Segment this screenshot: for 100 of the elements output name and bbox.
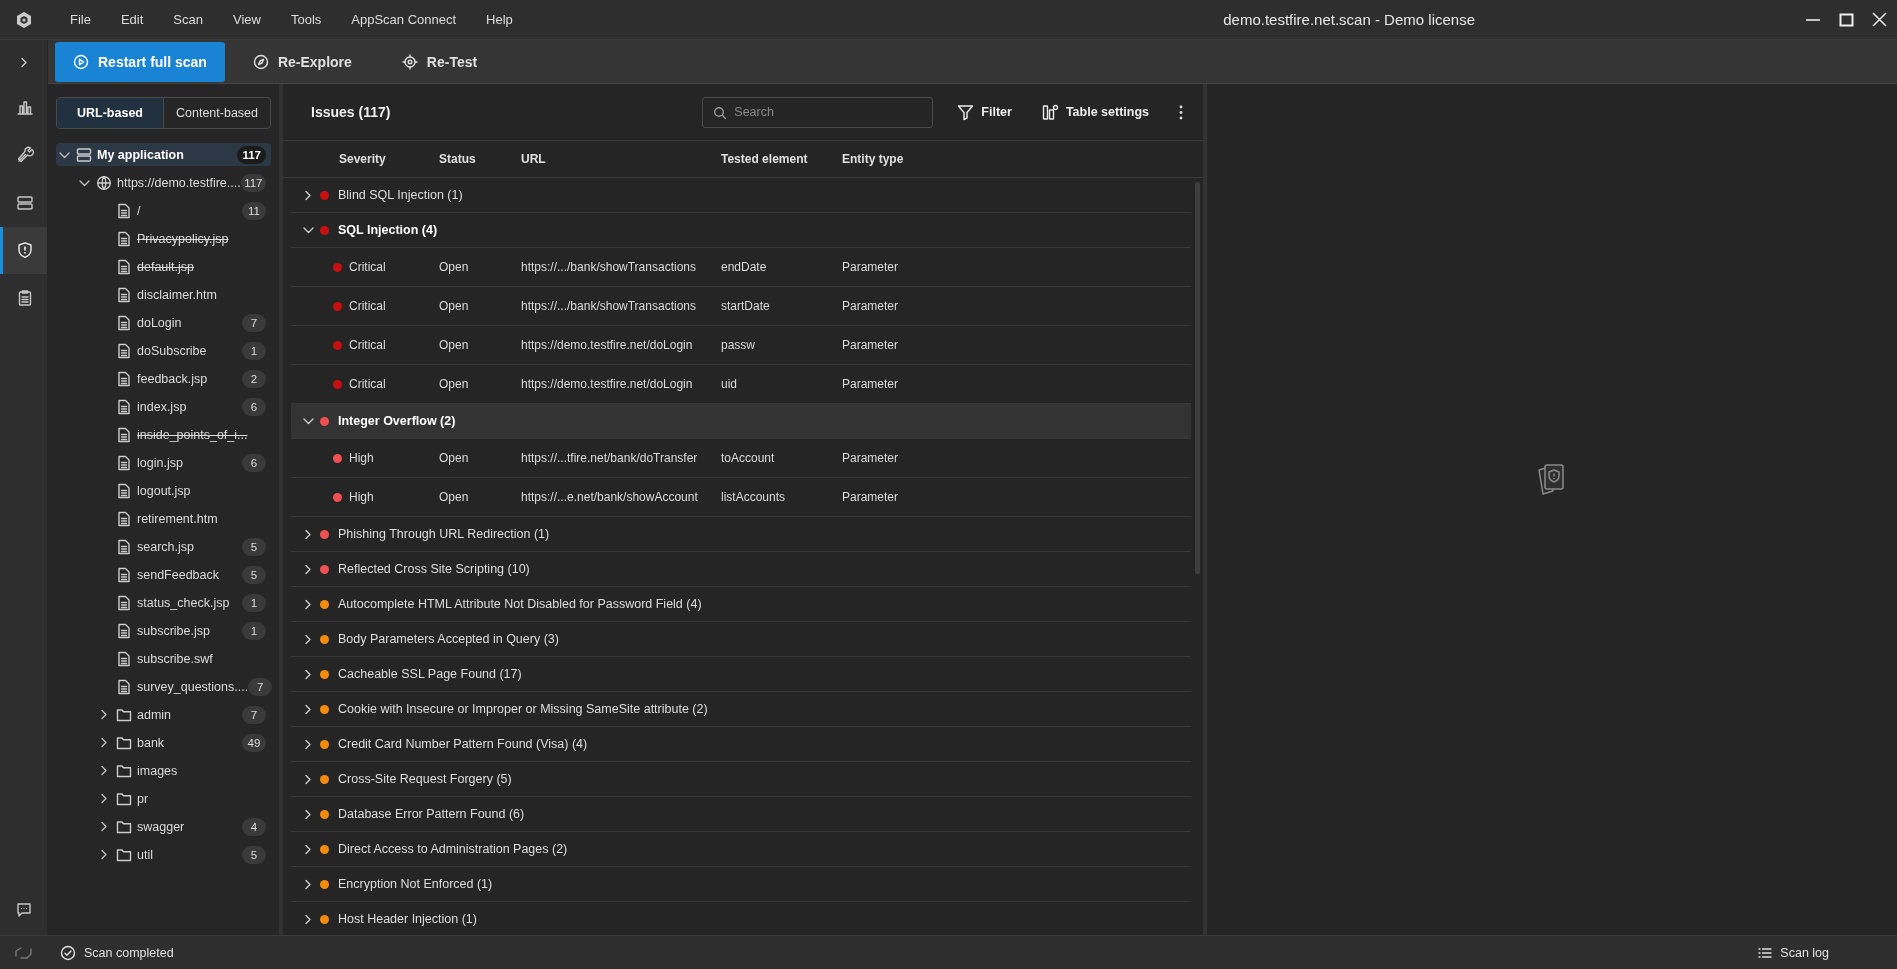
tree-item[interactable]: retirement.htm	[56, 507, 271, 530]
issue-group-row[interactable]: Cross-Site Request Forgery (5)	[291, 762, 1191, 797]
chevron-right-icon[interactable]	[99, 821, 109, 832]
menu-item[interactable]: View	[218, 12, 276, 27]
search-field[interactable]: Search	[702, 96, 934, 128]
count-badge: 4	[242, 817, 266, 836]
issue-group-row[interactable]: Reflected Cross Site Scripting (10)	[291, 552, 1191, 587]
tree-item[interactable]: doSubscribe 1	[56, 339, 271, 362]
view-tab[interactable]: URL-based	[57, 98, 164, 128]
column-header[interactable]: Entity type	[842, 152, 1203, 166]
tree-item[interactable]: logout.jsp	[56, 479, 271, 502]
menu-item[interactable]: Tools	[275, 12, 337, 27]
issue-group-row[interactable]: Direct Access to Administration Pages (2)	[291, 832, 1191, 867]
issue-group-row[interactable]: Blind SQL Injection (1)	[291, 178, 1191, 213]
table-settings-button[interactable]: Table settings	[1031, 103, 1159, 121]
menu-item[interactable]: Help	[471, 12, 528, 27]
column-header[interactable]: Tested element	[721, 152, 842, 166]
restart-scan-button[interactable]: Restart full scan	[55, 41, 225, 82]
tree-item[interactable]: util 5	[56, 843, 271, 866]
tree-item[interactable]: doLogin 7	[56, 311, 271, 334]
chevron-right-icon[interactable]	[99, 737, 109, 748]
column-header[interactable]: Status	[439, 152, 521, 166]
chevron-down-icon[interactable]	[302, 416, 314, 426]
tree-item[interactable]: bank 49	[56, 731, 271, 754]
chevron-right-icon[interactable]	[303, 703, 313, 715]
issue-group-row[interactable]: SQL Injection (4)	[291, 213, 1191, 248]
issue-group-row[interactable]: Phishing Through URL Redirection (1)	[291, 517, 1191, 552]
chevron-right-icon[interactable]	[303, 913, 313, 925]
tree-label: feedback.jsp	[137, 371, 208, 386]
chevron-right-icon[interactable]	[303, 598, 313, 610]
chevron-down-icon[interactable]	[302, 225, 314, 235]
issue-group-row[interactable]: Body Parameters Accepted in Query (3)	[291, 622, 1191, 657]
issue-group-row[interactable]: Integer Overflow (2)	[291, 404, 1191, 439]
chevron-right-icon[interactable]	[99, 793, 109, 804]
chevron-right-icon[interactable]	[303, 563, 313, 575]
chevron-right-icon[interactable]	[303, 843, 313, 855]
toolbar-button[interactable]: Re-Test	[379, 41, 500, 82]
issue-group-row[interactable]: Cookie with Insecure or Improper or Missing SameSite attribute (2)	[291, 692, 1191, 727]
folder-icon	[116, 818, 132, 835]
chevron-right-icon[interactable]	[303, 808, 313, 820]
filter-button[interactable]: Filter	[947, 103, 1022, 121]
tree-item[interactable]: login.jsp 6	[56, 451, 271, 474]
issue-group-row[interactable]: Encryption Not Enforced (1)	[291, 867, 1191, 902]
tree-item[interactable]: subscribe.swf	[56, 647, 271, 670]
issue-group-name: Encryption Not Enforced (1)	[338, 877, 493, 891]
bar-chart-icon	[16, 98, 34, 117]
scrollbar-thumb[interactable]	[1194, 182, 1200, 574]
tree-item[interactable]: inside_points_of_i...	[56, 423, 271, 446]
document-icon	[116, 566, 132, 583]
maximize-icon[interactable]	[1839, 12, 1854, 27]
chevron-right-icon[interactable]	[303, 633, 313, 645]
tree-item[interactable]: status_check.jsp 1	[56, 591, 271, 614]
chevron-right-icon[interactable]	[99, 765, 109, 776]
scan-log-button[interactable]: Scan log	[1752, 944, 1835, 961]
tree-item[interactable]: search.jsp 5	[56, 535, 271, 558]
menu-item[interactable]: Edit	[105, 12, 159, 27]
chevron-right-icon[interactable]	[303, 668, 313, 680]
tree-item[interactable]: feedback.jsp 2	[56, 367, 271, 390]
issue-group-row[interactable]: Credit Card Number Pattern Found (Visa) (4)	[291, 727, 1191, 762]
tree-item[interactable]: admin 7	[56, 703, 271, 726]
chevron-right-icon[interactable]	[303, 528, 313, 540]
view-tab[interactable]: Content-based	[164, 98, 270, 128]
expand-icon[interactable]	[18, 56, 29, 68]
tree-item[interactable]: My application 117	[56, 143, 271, 166]
tree-item[interactable]: pr	[56, 787, 271, 810]
menu-item[interactable]: File	[55, 12, 106, 27]
tree-item[interactable]: default.jsp	[56, 255, 271, 278]
check-circle-icon	[60, 944, 76, 961]
tree-item[interactable]: swagger 4	[56, 815, 271, 838]
chevron-right-icon[interactable]	[303, 773, 313, 785]
column-header[interactable]: URL	[521, 152, 721, 166]
chat-icon[interactable]	[14, 901, 33, 919]
chevron-right-icon[interactable]	[303, 738, 313, 750]
menu-item[interactable]: AppScan Connect	[336, 12, 472, 27]
issue-group-name: Autocomplete HTML Attribute Not Disabled for Password Field (4)	[338, 597, 702, 611]
tree-item[interactable]: https://demo.testfire.... 117	[56, 171, 271, 194]
document-icon	[116, 510, 132, 527]
tree-item[interactable]: sendFeedback 5	[56, 563, 271, 586]
tree-item[interactable]: disclaimer.htm	[56, 283, 271, 306]
toolbar-button[interactable]: Re-Explore	[230, 41, 374, 82]
column-header[interactable]: Severity	[339, 152, 439, 166]
tree-item[interactable]: index.jsp 6	[56, 395, 271, 418]
tree-item[interactable]: survey_questions.... 7	[56, 675, 271, 698]
more-options-icon[interactable]	[1179, 104, 1183, 120]
chevron-right-icon[interactable]	[303, 189, 313, 201]
issue-group-row[interactable]: Cacheable SSL Page Found (17)	[291, 657, 1191, 692]
tree-item[interactable]: subscribe.jsp 1	[56, 619, 271, 642]
tree-item[interactable]: images	[56, 759, 271, 782]
close-icon[interactable]	[1872, 12, 1887, 27]
link-logo-icon	[14, 944, 33, 961]
tree-item[interactable]: / 11	[56, 199, 271, 222]
chevron-right-icon[interactable]	[99, 709, 109, 720]
document-icon	[116, 454, 132, 471]
issue-group-row[interactable]: Autocomplete HTML Attribute Not Disabled for Password Field (4)	[291, 587, 1191, 622]
tree-item[interactable]: Privacypolicy.jsp	[56, 227, 271, 250]
document-icon	[116, 202, 132, 219]
issue-group-row[interactable]: Database Error Pattern Found (6)	[291, 797, 1191, 832]
menu-item[interactable]: Scan	[158, 12, 218, 27]
chevron-right-icon[interactable]	[303, 878, 313, 890]
chevron-right-icon[interactable]	[99, 849, 109, 860]
